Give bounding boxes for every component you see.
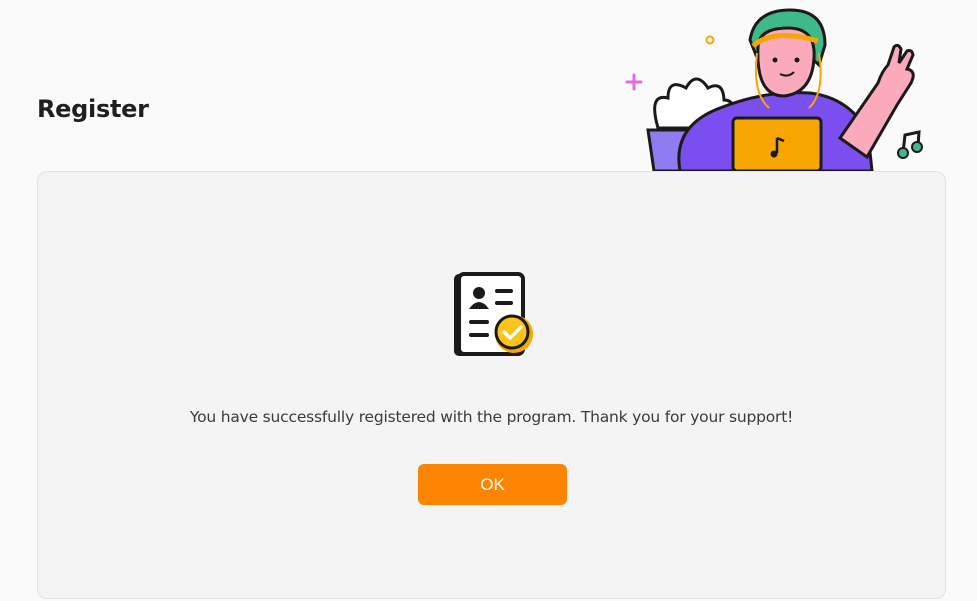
- sparkle-plus: [625, 73, 643, 91]
- ok-button[interactable]: OK: [418, 464, 567, 505]
- page-title: Register: [37, 95, 149, 123]
- sparkle-dot: [705, 35, 715, 45]
- person-with-laptop-illustration: [625, 8, 923, 171]
- success-message: You have successfully registered with th…: [189, 408, 794, 426]
- person-arm: [837, 43, 915, 160]
- music-note-icon: [897, 130, 923, 159]
- registration-document-check-icon: [454, 272, 533, 356]
- success-dialog-card: You have successfully registered with th…: [37, 171, 946, 599]
